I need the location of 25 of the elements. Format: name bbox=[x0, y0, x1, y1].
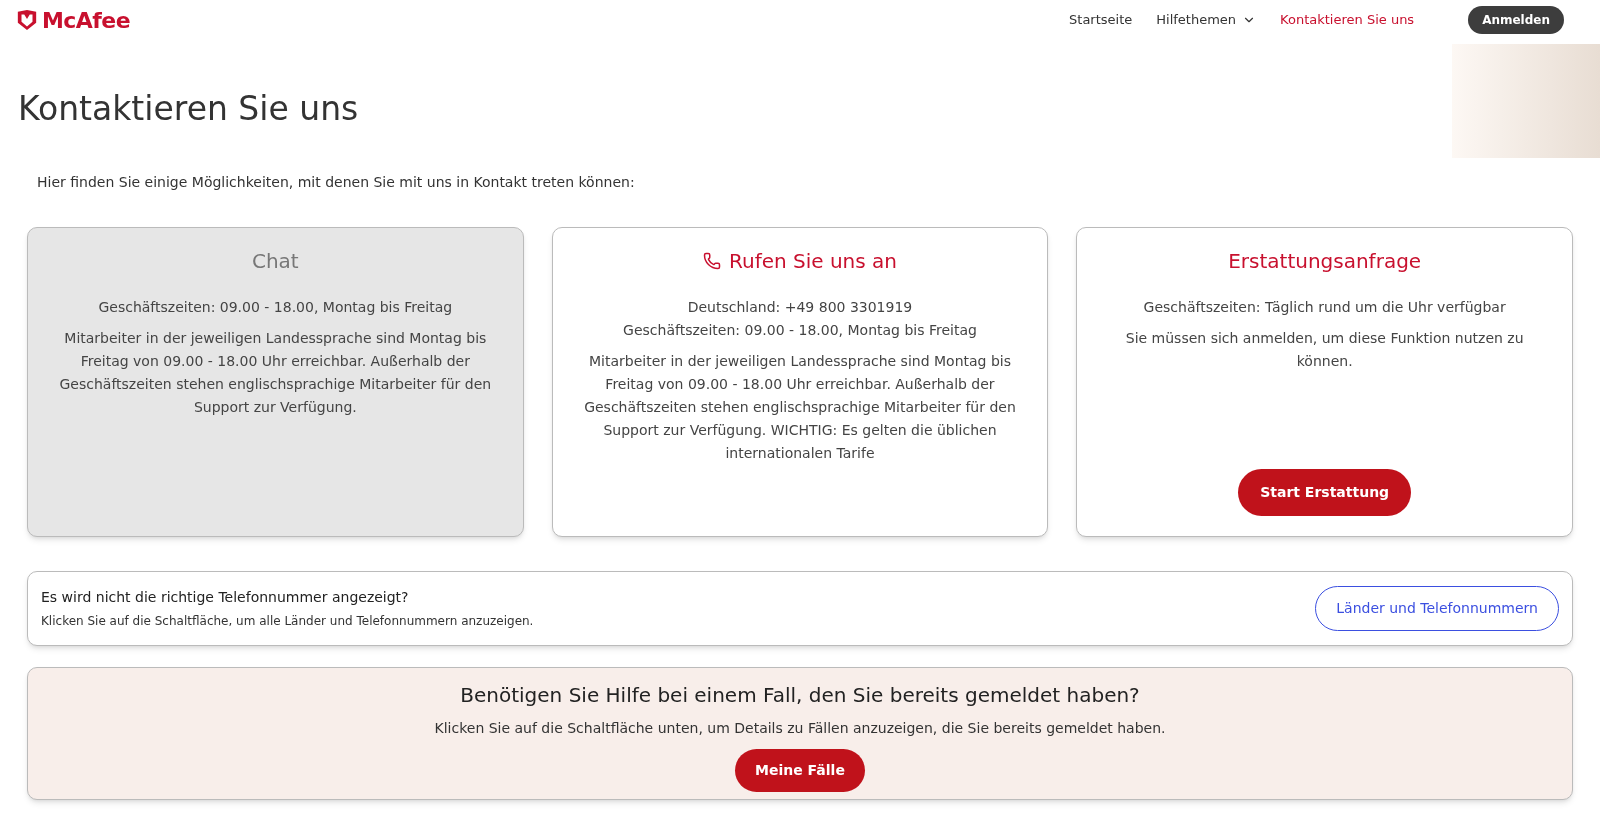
page-title: Kontaktieren Sie uns bbox=[17, 88, 359, 130]
banner-text: Klicken Sie auf die Schaltfläche unten, um Details zu Fällen anzuzeigen, die Sie bereits gemeldet haben. bbox=[434, 719, 1166, 738]
card-title: Rufen Sie uns an bbox=[728, 248, 897, 275]
brand-logo[interactable]: McAfee bbox=[42, 3, 131, 37]
nav-link[interactable]: Kontaktieren Sie uns bbox=[1280, 10, 1415, 30]
login-button[interactable]: Anmelden bbox=[1468, 6, 1564, 34]
start-refund-button[interactable]: Start Erstattung bbox=[1238, 469, 1412, 516]
shield-logo-icon bbox=[16, 9, 38, 31]
my-cases-button[interactable]: Meine Fälle bbox=[735, 749, 865, 792]
banner-text: Klicken Sie auf die Schaltfläche, um alle Länder und Telefonnummern anzuzeigen. bbox=[41, 613, 534, 630]
card-title: Erstattungsanfrage bbox=[1228, 248, 1422, 275]
card-text: Geschäftszeiten: 09.00 - 18.00, Montag bis Freitag bbox=[623, 321, 977, 340]
card-paragraph: Mitarbeiter in der jeweiligen Landessprache sind Montag bis Freitag von 09.00 - 18.00 Uhr erreichbar. Außerhalb der Geschäftszeiten stehen englischsprachige Mitarbeiter für den Support zur Verfügung. WICHTIG: Es gelten die üblichen internationalen Tarife bbox=[583, 352, 1017, 463]
banner-heading: Benötigen Sie Hilfe bei einem Fall, den Sie bereits gemeldet haben? bbox=[460, 682, 1140, 709]
nav-link[interactable]: Startseite bbox=[1069, 10, 1133, 30]
card-text: Deutschland: +49 800 3301919 bbox=[686, 298, 914, 317]
phone-icon bbox=[702, 252, 721, 270]
card-paragraph: Sie müssen sich anmelden, um diese Funktion nutzen zu können. bbox=[1124, 329, 1525, 371]
card-title: Chat bbox=[251, 248, 299, 275]
banner-heading: Es wird nicht die richtige Telefonnummer angezeigt? bbox=[41, 588, 410, 607]
nav-link[interactable]: Hilfethemen bbox=[1156, 10, 1257, 30]
card-text: Geschäftszeiten: 09.00 - 18.00, Montag bis Freitag bbox=[98, 298, 453, 317]
card-paragraph: Mitarbeiter in der jeweiligen Landessprache sind Montag bis Freitag von 09.00 - 18.00 Uhr erreichbar. Außerhalb der Geschäftszeiten stehen englischsprachige Mitarbeiter für den Support zur Verfügung. bbox=[58, 329, 493, 417]
intro-text: Hier finden Sie einige Möglichkeiten, mit denen Sie mit uns in Kontakt treten können: bbox=[36, 173, 636, 192]
card-text: Geschäftszeiten: Täglich rund um die Uhr verfügbar bbox=[1143, 298, 1506, 317]
